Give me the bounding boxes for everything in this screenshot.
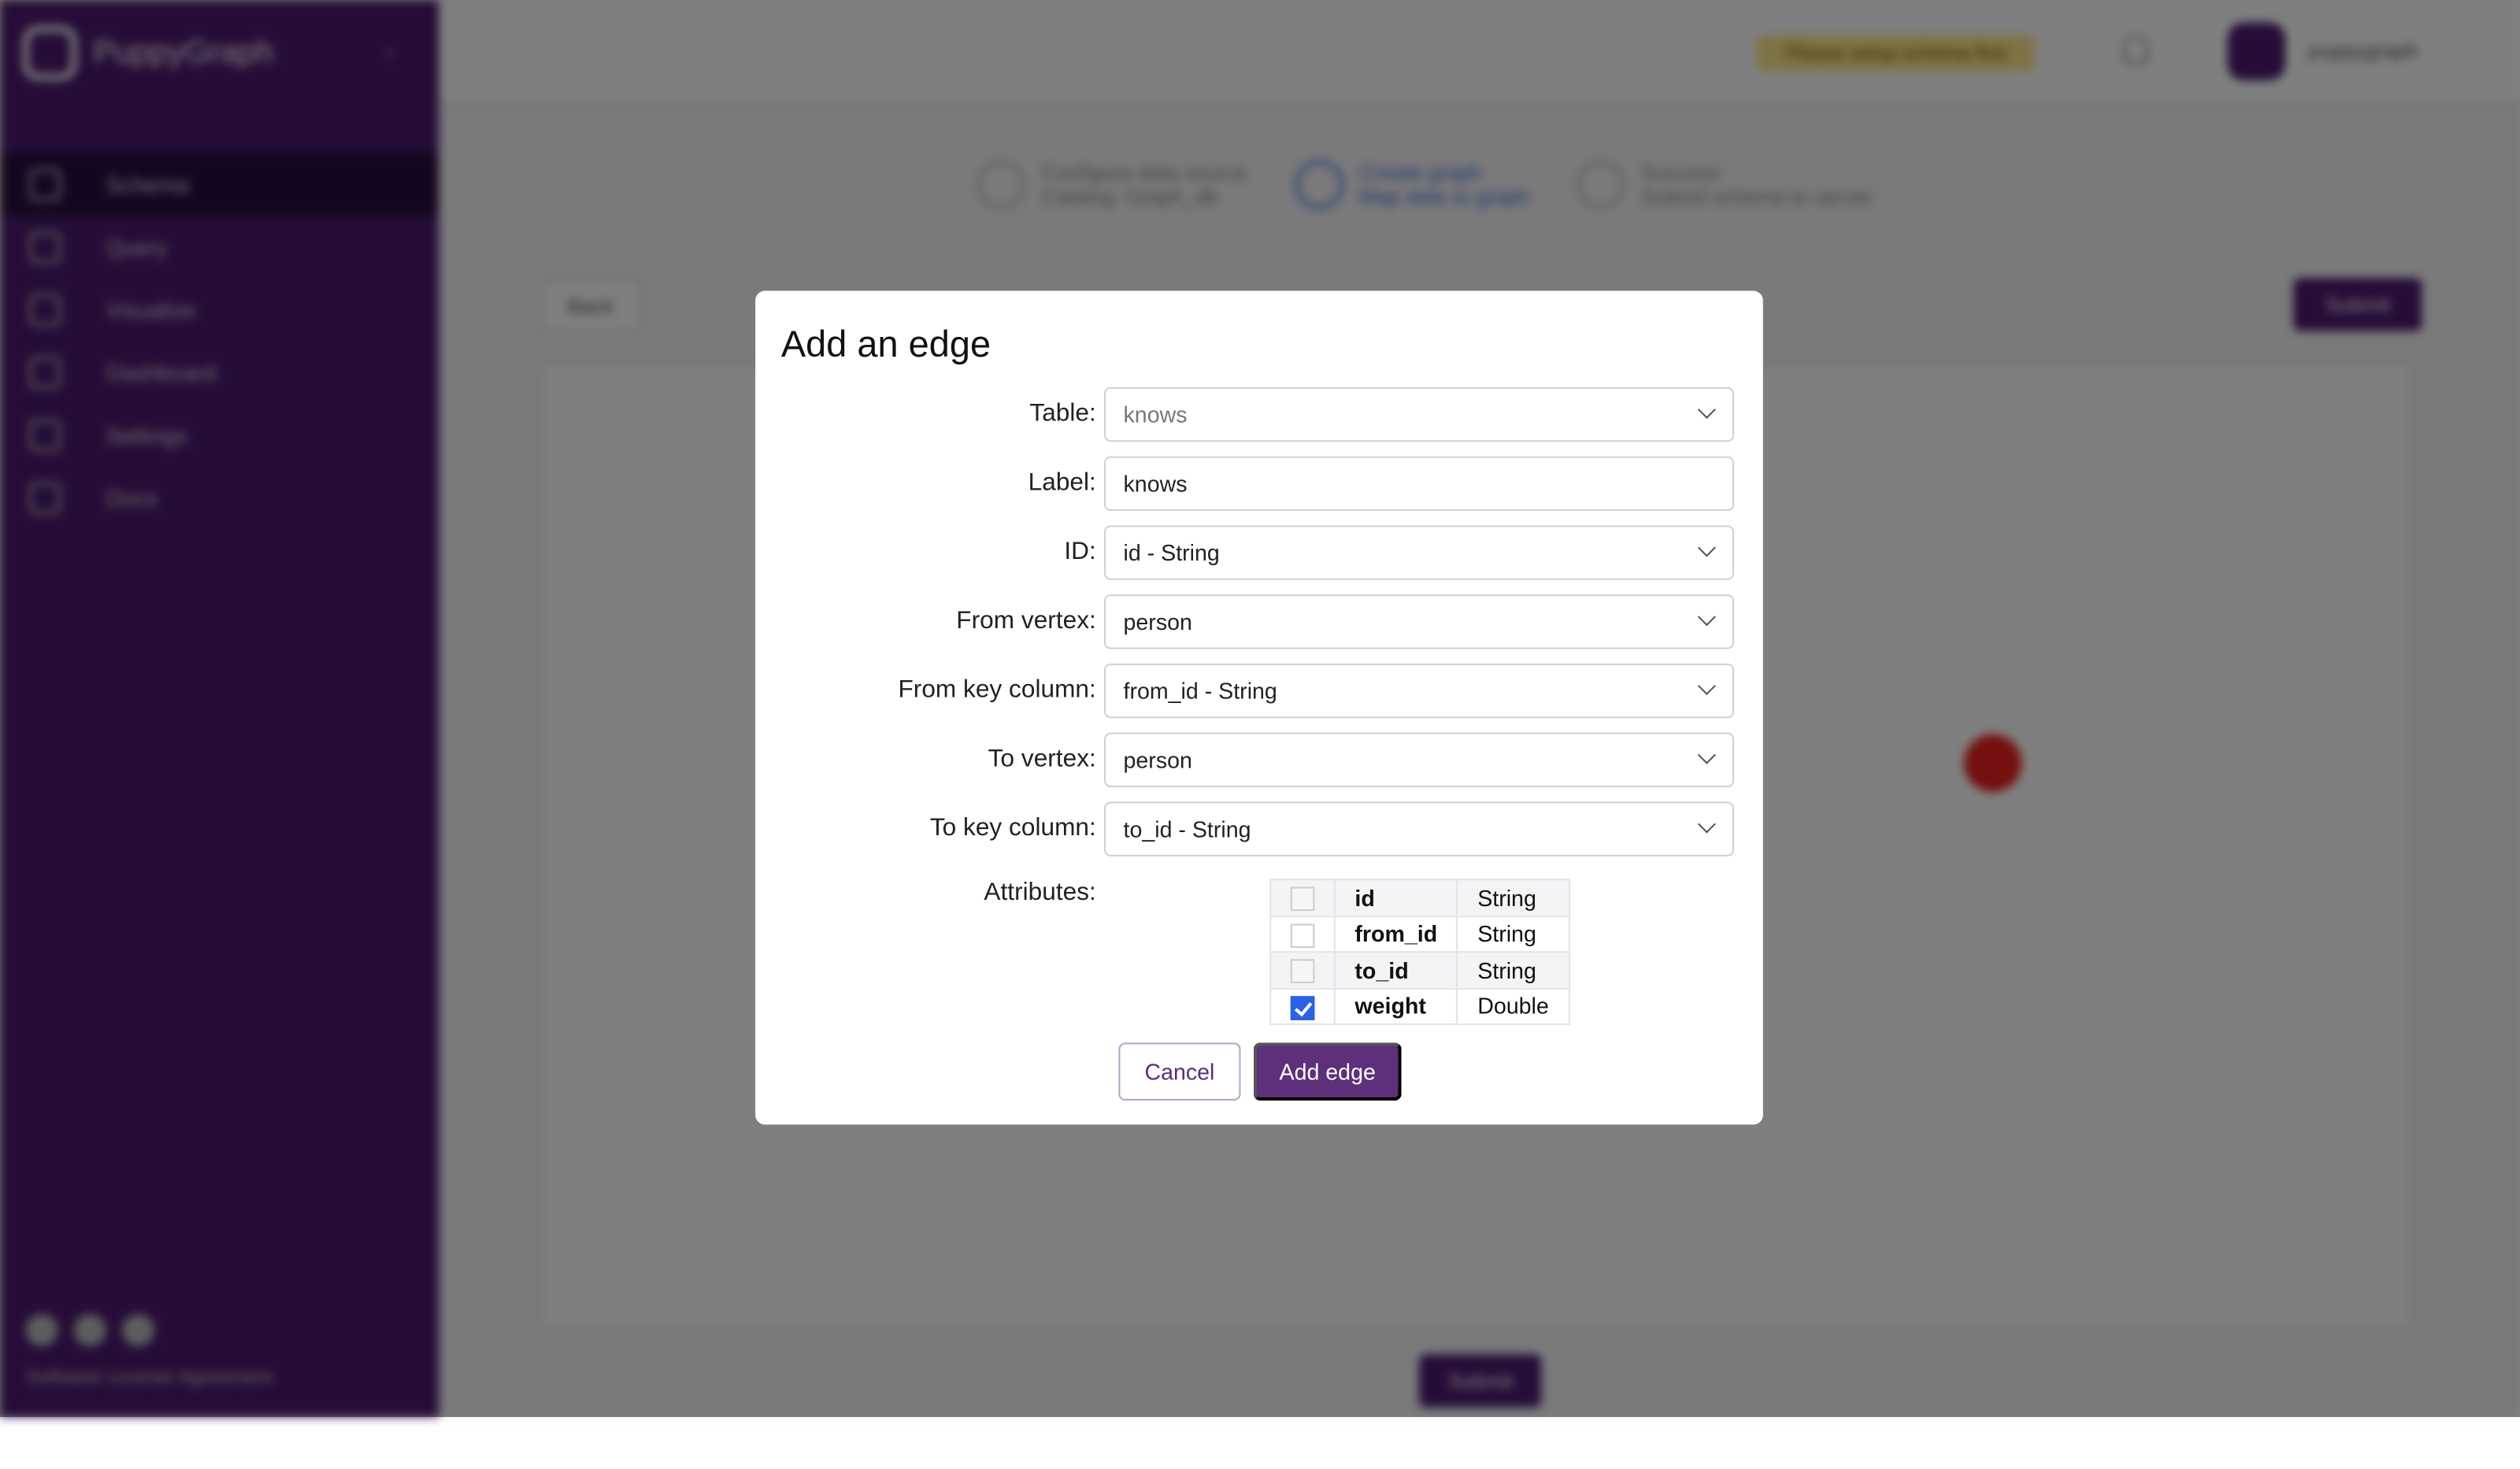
field-row-id: ID: id - String: [755, 525, 1763, 580]
to-vertex-select[interactable]: person: [1104, 732, 1735, 787]
attribute-row: to_id String: [1269, 951, 1570, 990]
attribute-type: Double: [1456, 987, 1570, 1026]
to-key-column-value: to_id - String: [1123, 816, 1251, 842]
field-row-from-key-column: From key column: from_id - String: [755, 663, 1763, 719]
id-select[interactable]: id - String: [1104, 525, 1735, 580]
attributes-label: Attributes:: [984, 879, 1096, 907]
add-edge-dialog: Add an edge Table: knows Label: knows ID: id …: [755, 290, 1763, 1125]
attribute-checkbox[interactable]: [1290, 923, 1315, 948]
chevron-down-icon: [1697, 608, 1716, 627]
attribute-checkbox[interactable]: [1290, 886, 1315, 912]
to-key-column-select[interactable]: to_id - String: [1104, 801, 1735, 857]
field-row-from-vertex: From vertex: person: [755, 594, 1763, 649]
from-key-column-label: From key column:: [898, 676, 1096, 704]
from-vertex-value: person: [1123, 609, 1192, 635]
attributes-table: id String from_id String to_id String weight Do…: [1269, 879, 1570, 1026]
attribute-type: String: [1456, 915, 1570, 953]
attribute-row: from_id String: [1269, 915, 1570, 953]
chevron-down-icon: [1697, 746, 1716, 764]
add-edge-button[interactable]: Add edge: [1253, 1042, 1402, 1101]
from-key-column-value: from_id - String: [1123, 678, 1277, 704]
attribute-name: to_id: [1333, 951, 1458, 990]
table-value: knows: [1123, 401, 1188, 427]
cancel-button[interactable]: Cancel: [1118, 1042, 1241, 1101]
chevron-down-icon: [1697, 676, 1716, 695]
from-vertex-select[interactable]: person: [1104, 594, 1735, 649]
attribute-type: String: [1456, 879, 1570, 917]
chevron-down-icon: [1697, 815, 1716, 834]
dialog-title: Add an edge: [780, 323, 991, 365]
to-vertex-label: To vertex:: [988, 745, 1096, 773]
from-vertex-label: From vertex:: [956, 607, 1096, 635]
field-row-to-key-column: To key column: to_id - String: [755, 801, 1763, 857]
field-row-label: Label: knows: [755, 456, 1763, 511]
table-label: Table:: [1029, 400, 1096, 427]
to-vertex-value: person: [1123, 746, 1192, 773]
from-key-column-select[interactable]: from_id - String: [1104, 663, 1735, 719]
id-value: id - String: [1123, 539, 1220, 566]
label-label: Label:: [1028, 468, 1096, 497]
attribute-checkbox[interactable]: [1290, 959, 1315, 984]
table-select: knows: [1104, 387, 1735, 442]
attribute-name: weight: [1333, 987, 1458, 1026]
attribute-row: id String: [1269, 879, 1570, 917]
label-value: knows: [1123, 470, 1188, 497]
attribute-type: String: [1456, 951, 1570, 990]
attribute-name: from_id: [1333, 915, 1458, 953]
field-row-to-vertex: To vertex: person: [755, 732, 1763, 787]
attribute-row: weight Double: [1269, 987, 1570, 1026]
attribute-checkbox[interactable]: [1290, 995, 1315, 1020]
chevron-down-icon: [1697, 538, 1716, 557]
label-input[interactable]: knows: [1104, 456, 1735, 511]
attribute-name: id: [1333, 879, 1458, 917]
field-row-table: Table: knows: [755, 387, 1763, 442]
chevron-down-icon: [1697, 400, 1716, 419]
id-label: ID:: [1064, 538, 1096, 566]
to-key-column-label: To key column:: [929, 814, 1096, 842]
